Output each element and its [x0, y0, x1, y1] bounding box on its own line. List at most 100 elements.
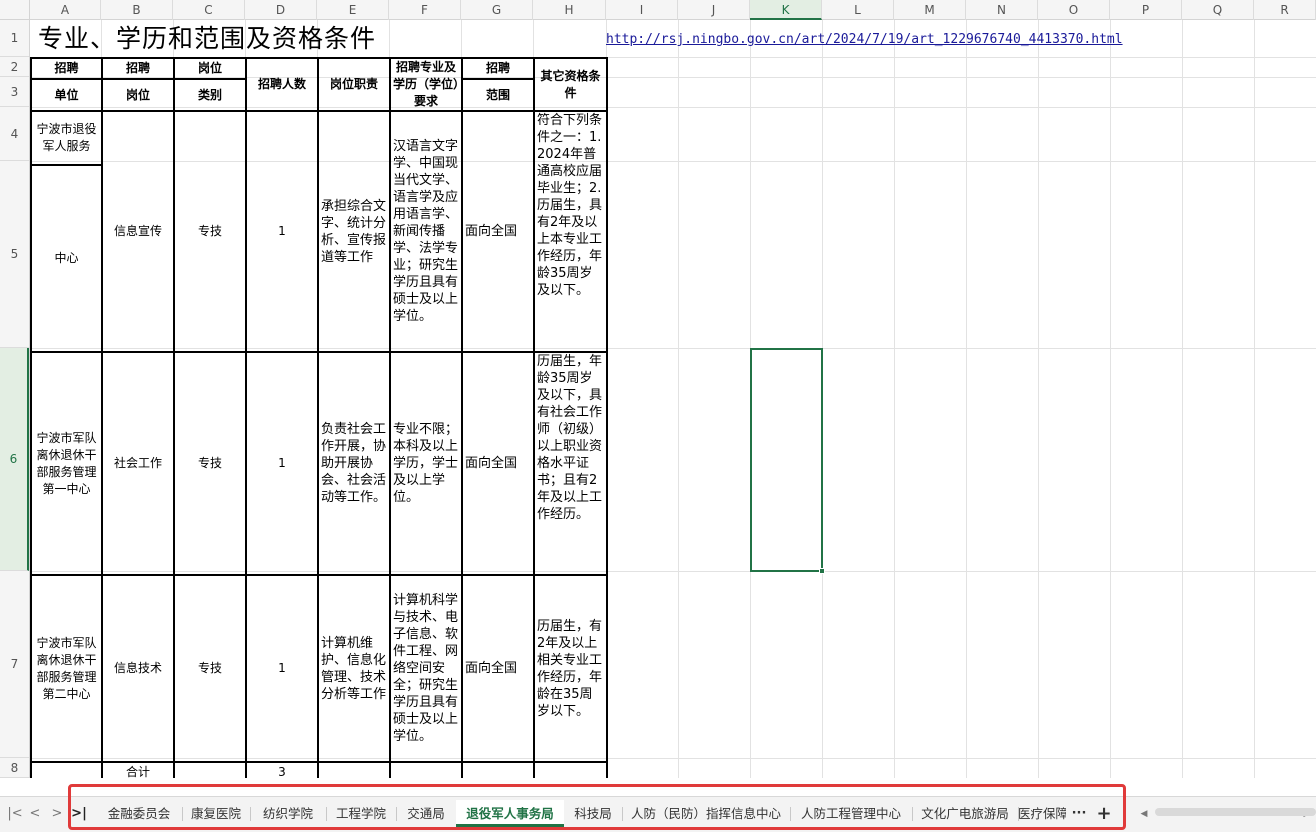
header-post-bottom: 岗位 — [101, 78, 175, 112]
total-blank-e[interactable] — [317, 761, 391, 778]
sheet-tab-civil-defense-engineering[interactable]: 人防工程管理中心 — [790, 800, 912, 827]
last-sheet-icon[interactable]: >| — [70, 805, 88, 823]
recruitment-table: 招聘 招聘 岗位 招聘人数 岗位职责 招聘专业及学历（学位）要求 招聘 其它资格… — [30, 56, 608, 778]
sheet-tab-transport-bureau[interactable]: 交通局 — [396, 800, 456, 827]
record-1-scope[interactable]: 面向全国 — [461, 110, 535, 353]
column-header-b[interactable]: B — [101, 0, 173, 20]
row-header-5[interactable]: 5 — [0, 161, 29, 348]
column-header-g[interactable]: G — [461, 0, 533, 20]
row-header-4[interactable]: 4 — [0, 107, 29, 161]
sheet-tab-finance-committee[interactable]: 金融委员会 — [96, 800, 182, 827]
sheet-tab-engineering-college[interactable]: 工程学院 — [326, 800, 396, 827]
record-1-type[interactable]: 专技 — [173, 110, 247, 353]
column-header-i[interactable]: I — [606, 0, 678, 20]
header-major: 招聘专业及学历（学位）要求 — [389, 57, 463, 112]
column-header-a[interactable]: A — [30, 0, 101, 20]
selected-cell-k6[interactable] — [750, 348, 825, 574]
column-header-p[interactable]: P — [1110, 0, 1182, 20]
sheet-tab-science-bureau[interactable]: 科技局 — [564, 800, 622, 827]
record-3-other[interactable]: 历届生，有2年及以上相关专业工作经历，年龄在35周岁以下。 — [533, 574, 608, 763]
row-header-8[interactable]: 8 — [0, 758, 29, 778]
total-blank-h[interactable] — [533, 761, 608, 778]
record-2-count[interactable]: 1 — [245, 351, 319, 576]
record-1-duty[interactable]: 承担综合文字、统计分析、宣传报道等工作 — [317, 110, 391, 353]
column-header-d[interactable]: D — [245, 0, 317, 20]
header-post-top: 招聘 — [101, 56, 175, 81]
column-header-e[interactable]: E — [317, 0, 389, 20]
header-unit-top: 招聘 — [30, 56, 103, 81]
header-duty: 岗位职责 — [317, 57, 391, 112]
total-count[interactable]: 3 — [245, 761, 319, 778]
fill-handle[interactable] — [819, 568, 825, 574]
column-header-m[interactable]: M — [894, 0, 966, 20]
sheet-tab-veterans-affairs[interactable]: 退役军人事务局 — [456, 800, 564, 827]
column-header-o[interactable]: O — [1038, 0, 1110, 20]
row-header-2[interactable]: 2 — [0, 57, 29, 77]
column-header-bar: A B C D E F G H I J K L M N O P Q R — [0, 0, 1316, 20]
scroll-left-icon[interactable]: ◀ — [1135, 805, 1153, 823]
record-1-count[interactable]: 1 — [245, 110, 319, 353]
horizontal-scrollbar[interactable] — [1155, 808, 1316, 816]
record-3-type[interactable]: 专技 — [173, 574, 247, 763]
sheet-tab-civil-defense-info-center[interactable]: 人防（民防）指挥信息中心 — [622, 800, 790, 827]
header-unit-bottom: 单位 — [30, 78, 103, 112]
column-header-k[interactable]: K — [750, 0, 822, 20]
next-sheet-icon[interactable]: > — [48, 805, 66, 823]
record-2-post[interactable]: 社会工作 — [101, 351, 175, 576]
record-3-duty[interactable]: 计算机维护、信息化管理、技术分析等工作 — [317, 574, 391, 763]
column-header-h[interactable]: H — [533, 0, 606, 20]
column-header-l[interactable]: L — [822, 0, 894, 20]
record-3-post[interactable]: 信息技术 — [101, 574, 175, 763]
sheet-tab-textile-college[interactable]: 纺织学院 — [250, 800, 326, 827]
header-other: 其它资格条件 — [533, 57, 608, 112]
header-type-bottom: 类别 — [173, 78, 247, 112]
record-2-duty[interactable]: 负责社会工作开展，协助开展协会、社会活动等工作。 — [317, 351, 391, 576]
column-header-n[interactable]: N — [966, 0, 1038, 20]
row-header-1[interactable]: 1 — [0, 20, 29, 57]
column-header-j[interactable]: J — [678, 0, 750, 20]
record-1-post[interactable]: 信息宣传 — [101, 110, 175, 353]
total-blank-f[interactable] — [389, 761, 463, 778]
header-count: 招聘人数 — [245, 57, 319, 112]
record-1-unit-a[interactable]: 宁波市退役军人服务 — [30, 110, 103, 166]
record-1-other[interactable]: 符合下列条件之一：1. 2024年普通高校应届毕业生；2.历届生，具有2年及以上… — [533, 110, 608, 353]
column-header-r[interactable]: R — [1254, 0, 1316, 20]
select-all-corner[interactable] — [0, 0, 30, 20]
row-header-6[interactable]: 6 — [0, 348, 29, 571]
total-blank-a[interactable] — [30, 761, 103, 778]
record-3-major[interactable]: 计算机科学与技术、电子信息、软件工程、网络空间安全；研究生学历且具有硕士及以上学… — [389, 574, 463, 763]
record-2-scope[interactable]: 面向全国 — [461, 351, 535, 576]
header-type-top: 岗位 — [173, 56, 247, 81]
record-2-other[interactable]: 历届生，年龄35周岁及以下，具有社会工作师（初级）以上职业资格水平证书；且有2年… — [533, 351, 608, 576]
record-2-type[interactable]: 专技 — [173, 351, 247, 576]
record-1-major[interactable]: 汉语言文字学、中国现当代文学、语言学及应用语言学、新闻传播学、法学专业；研究生学… — [389, 110, 463, 353]
more-sheets-icon[interactable]: ··· — [1070, 805, 1088, 823]
total-blank-g[interactable] — [461, 761, 535, 778]
row-header-bar: 1 2 3 4 5 6 7 8 — [0, 20, 30, 778]
source-url-link[interactable]: http://rsj.ningbo.gov.cn/art/2024/7/19/a… — [606, 32, 1123, 47]
prev-sheet-icon[interactable]: < — [26, 805, 44, 823]
total-label[interactable]: 合计 — [101, 761, 175, 778]
record-3-scope[interactable]: 面向全国 — [461, 574, 535, 763]
add-sheet-icon[interactable]: + — [1095, 805, 1113, 823]
record-3-unit[interactable]: 宁波市军队离休退休干部服务管理第二中心 — [30, 574, 103, 763]
record-3-count[interactable]: 1 — [245, 574, 319, 763]
first-sheet-icon[interactable]: |< — [6, 805, 24, 823]
header-scope-top: 招聘 — [461, 56, 535, 81]
record-2-unit[interactable]: 宁波市军队离休退休干部服务管理第一中心 — [30, 351, 103, 576]
row-header-7[interactable]: 7 — [0, 571, 29, 758]
sheet-tab-medical-insurance[interactable]: 医疗保障 — [1018, 800, 1066, 827]
row-header-3[interactable]: 3 — [0, 77, 29, 107]
column-header-f[interactable]: F — [389, 0, 461, 20]
column-header-q[interactable]: Q — [1182, 0, 1254, 20]
sheet-tab-rehab-hospital[interactable]: 康复医院 — [182, 800, 250, 827]
record-2-major[interactable]: 专业不限；本科及以上学历，学士及以上学位。 — [389, 351, 463, 576]
column-header-c[interactable]: C — [173, 0, 245, 20]
sheet-tab-culture-tourism[interactable]: 文化广电旅游局 — [912, 800, 1018, 827]
worksheet-grid[interactable]: 专业、学历和范围及资格条件 http://rsj.ningbo.gov.cn/a… — [30, 20, 1316, 778]
sheet-title: 专业、学历和范围及资格条件 — [38, 24, 377, 53]
header-scope-bottom: 范围 — [461, 78, 535, 112]
total-blank-c[interactable] — [173, 761, 247, 778]
record-1-unit-b[interactable]: 中心 — [30, 164, 103, 353]
sheet-tab-bar: |< < > >| 金融委员会 康复医院 纺织学院 工程学院 交通局 退役军人事… — [0, 796, 1316, 832]
